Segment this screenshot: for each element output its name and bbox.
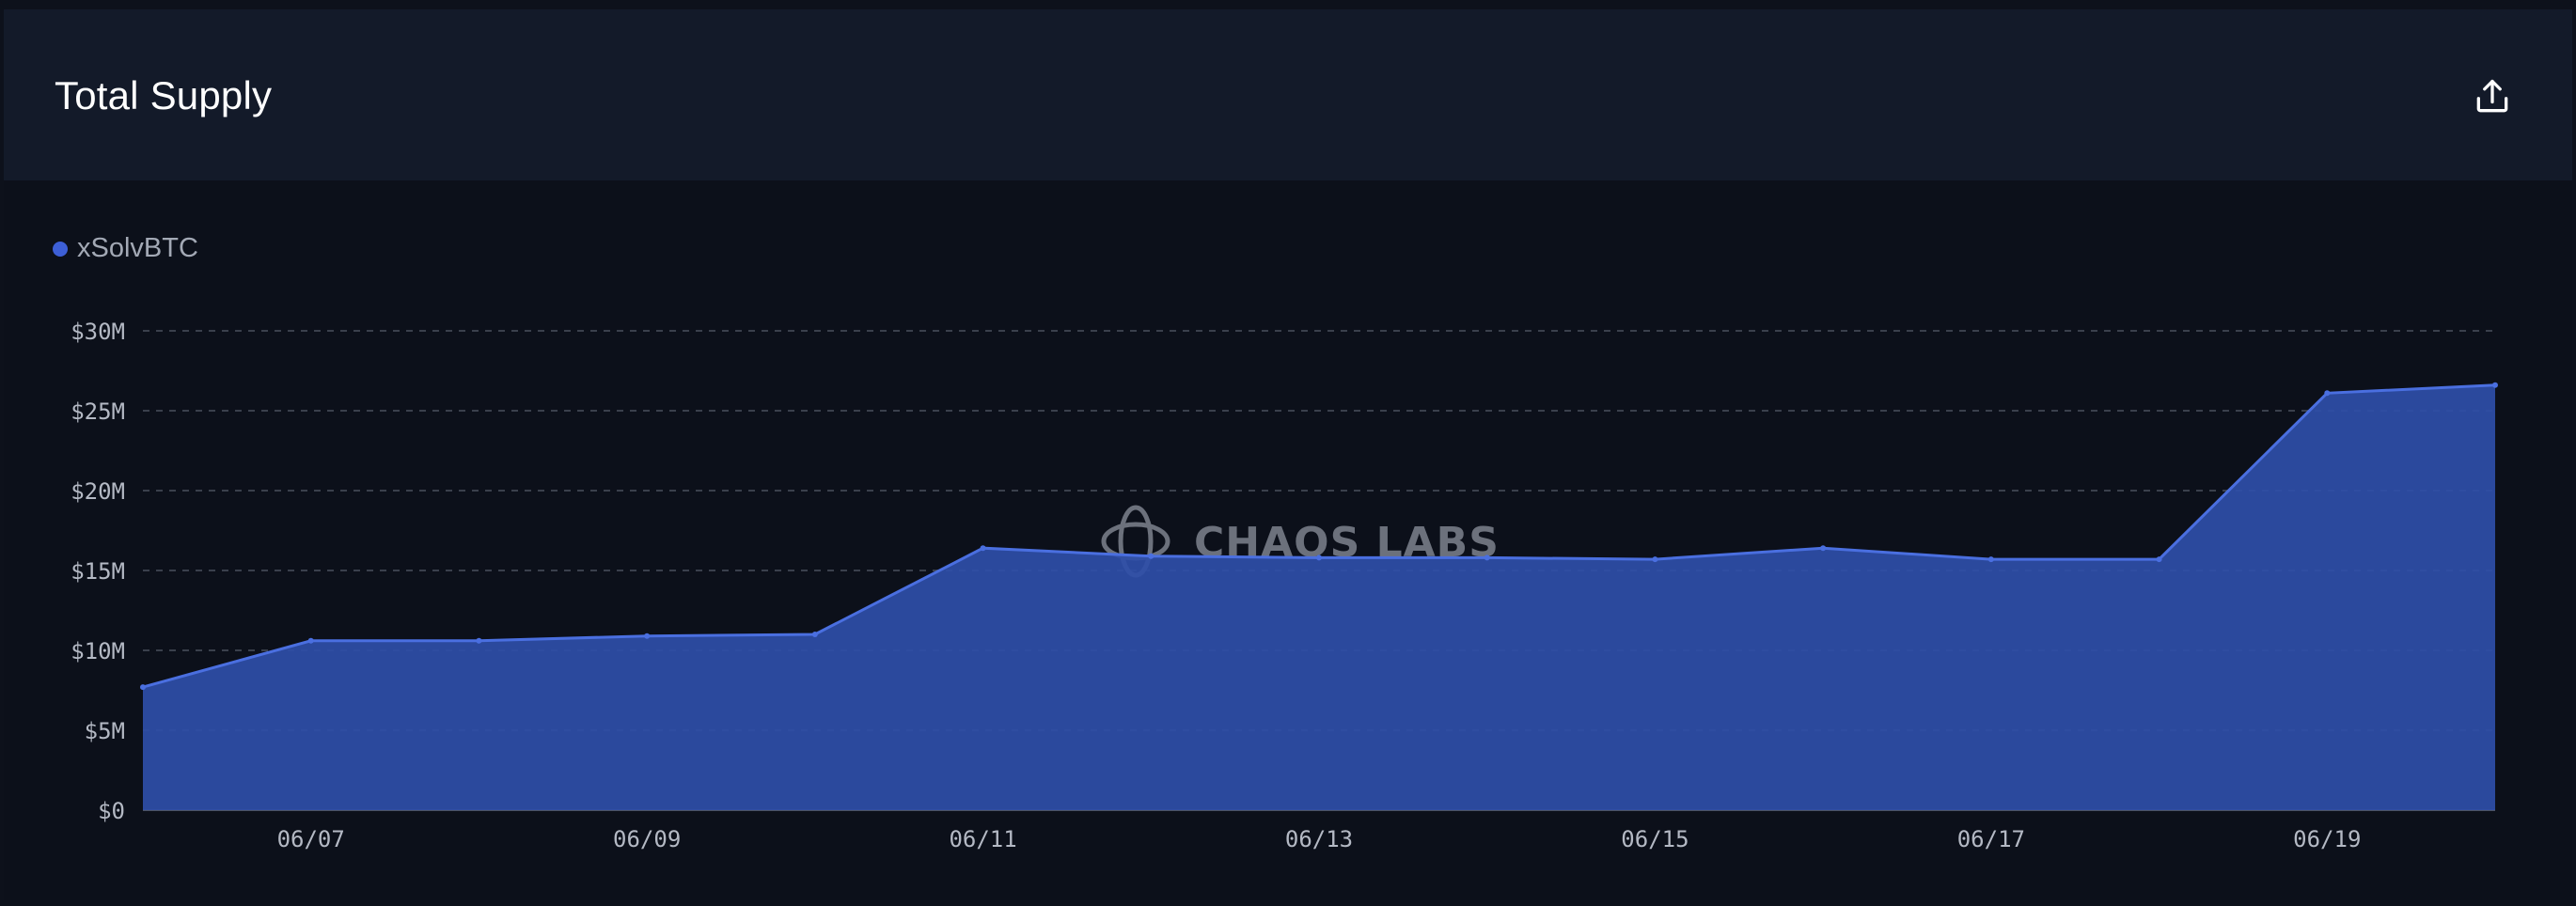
data-point[interactable] — [140, 684, 146, 691]
data-point[interactable] — [2156, 556, 2162, 563]
y-tick-label: $20M — [71, 478, 125, 505]
x-tick-label: 06/19 — [2293, 826, 2361, 852]
x-tick-label: 06/15 — [1621, 826, 1689, 852]
data-point[interactable] — [1987, 556, 1994, 563]
data-point[interactable] — [1148, 553, 1154, 559]
y-tick-label: $5M — [85, 718, 125, 744]
data-point[interactable] — [2492, 382, 2498, 388]
data-point[interactable] — [980, 545, 986, 552]
data-point[interactable] — [1316, 555, 1322, 561]
x-tick-label: 06/11 — [949, 826, 1016, 852]
data-point[interactable] — [476, 637, 482, 644]
x-tick-label: 06/07 — [277, 826, 345, 852]
data-point[interactable] — [1820, 545, 1827, 552]
y-tick-label: $30M — [71, 319, 125, 345]
data-point[interactable] — [307, 637, 314, 644]
data-point[interactable] — [811, 632, 818, 637]
data-point[interactable] — [1484, 555, 1490, 561]
x-tick-label: 06/09 — [613, 826, 681, 852]
y-axis: $0 $5M $10M $15M $20M $25M $30M — [71, 319, 125, 824]
y-tick-label: $0 — [98, 798, 125, 824]
y-tick-label: $10M — [71, 638, 125, 664]
y-tick-label: $15M — [71, 558, 125, 585]
x-axis: 06/07 06/09 06/11 06/13 06/15 06/17 06/19 — [277, 826, 2362, 852]
series-area — [143, 384, 2495, 810]
total-supply-chart: CHAOS LABS $0$5M$10M$15M$20M$25M$30M 06/… — [71, 319, 2498, 852]
x-tick-label: 06/17 — [1957, 826, 2025, 852]
data-point[interactable] — [1652, 556, 1658, 563]
data-point[interactable] — [2324, 390, 2331, 397]
series-area-layer — [140, 382, 2498, 810]
y-tick-label: $25M — [71, 398, 125, 425]
x-tick-label: 06/13 — [1285, 826, 1353, 852]
data-point[interactable] — [644, 633, 651, 639]
